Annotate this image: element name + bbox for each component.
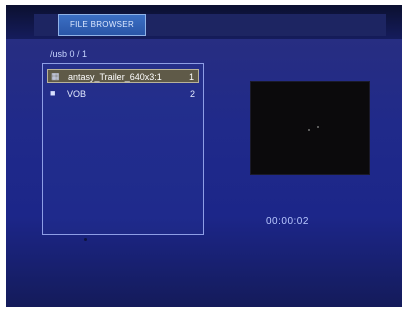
file-name: VOB [67,89,87,99]
path-indicator: /usb 0 / 1 [50,49,87,59]
file-count: 1 [188,72,194,82]
playback-time: 00:00:02 [266,216,309,227]
file-list: ▦ antasy_Trailer_640x3:1 1 ■ VOB 2 [42,63,204,235]
path-label: /usb [50,49,68,59]
folder-icon: ■ [50,88,56,98]
list-item[interactable]: ■ VOB 2 [47,87,199,101]
tv-screen: FILE BROWSER /usb 0 / 1 ▦ antasy_Trailer… [6,5,402,307]
film-icon: ▦ [51,71,60,81]
file-count: 2 [189,89,195,99]
preview-pixel [308,129,310,131]
video-preview [250,81,370,175]
preview-pixel [317,126,319,128]
file-name: antasy_Trailer_640x3:1 [68,72,162,82]
tab-file-browser[interactable]: FILE BROWSER [58,14,146,36]
path-position: 0 / 1 [69,49,88,59]
list-item[interactable]: ▦ antasy_Trailer_640x3:1 1 [47,69,199,83]
cursor-mark [84,238,87,241]
